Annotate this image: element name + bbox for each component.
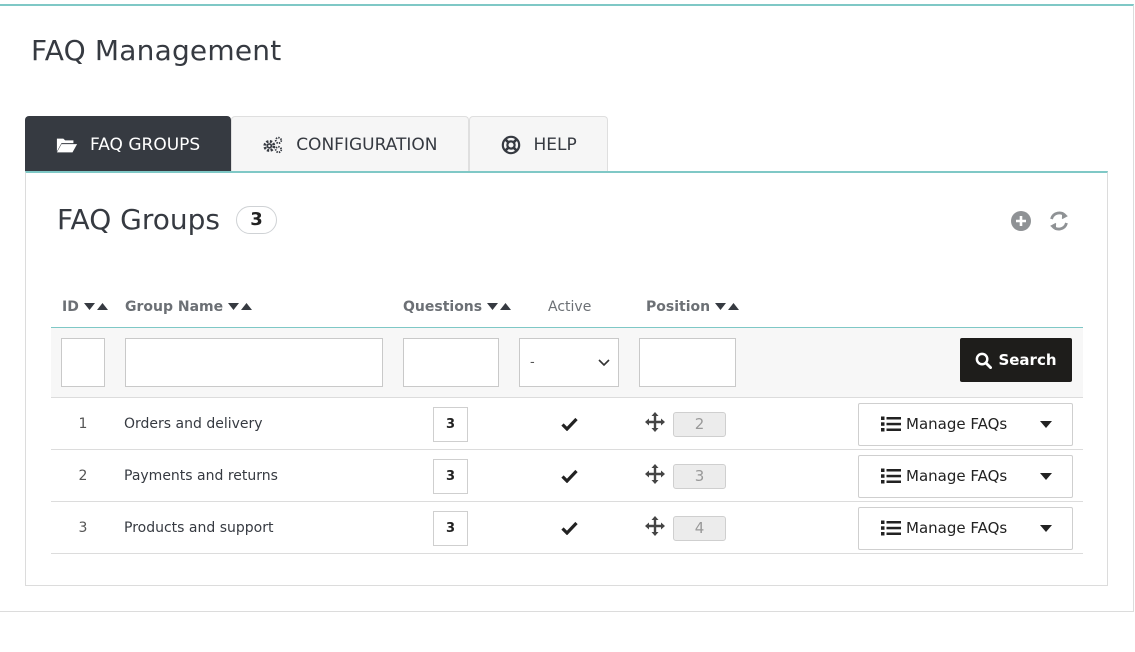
chevron-down-icon [598,358,610,366]
panel-heading: FAQ Groups 3 [57,203,277,236]
check-icon[interactable] [560,417,578,431]
row-actions-cell: Manage FAQs [858,502,1073,554]
header-id: ID [62,299,108,315]
caret-down-icon[interactable] [1040,420,1052,429]
sort-asc-icon[interactable] [96,303,108,311]
sort-controls [83,303,108,311]
caret-down-icon[interactable] [1040,472,1052,481]
sort-asc-icon[interactable] [500,303,512,311]
row-position-value: 4 [673,515,726,541]
list-icon [881,416,901,432]
row-questions-count: 3 [433,510,468,546]
header-position: Position [646,299,740,315]
drag-handle-icon[interactable] [645,464,665,488]
header-questions-label: Questions [403,299,483,315]
questions-filter-input[interactable] [403,338,499,387]
search-button-label: Search [998,351,1057,369]
row-questions-cell: 3 [433,450,468,502]
row-actions-cell: Manage FAQs [858,450,1073,502]
row-position-cell: 3 [645,450,726,502]
tab-label: FAQ GROUPS [90,134,201,155]
header-group-name: Group Name [125,299,253,315]
count-badge: 3 [235,205,277,234]
row-position-value: 3 [673,463,726,489]
row-active-cell [519,398,619,450]
sort-desc-icon[interactable] [715,303,727,311]
id-filter-input[interactable] [61,338,105,387]
position-filter-input[interactable] [639,338,736,387]
row-actions-cell: Manage FAQs [858,398,1073,450]
manage-faqs-label: Manage FAQs [906,467,1008,485]
tab-label: CONFIGURATION [296,134,438,155]
row-questions-count: 3 [433,458,468,494]
table-row: 1 Orders and delivery 3 2 Manage FAQs [51,398,1083,450]
sort-controls [228,303,253,311]
row-questions-cell: 3 [433,398,468,450]
header-questions: Questions [403,299,512,315]
faq-groups-panel: FAQ Groups 3 ID Group Name Questions Act… [25,171,1108,586]
drag-handle-icon[interactable] [645,412,665,436]
sort-desc-icon[interactable] [228,303,240,311]
tab-configuration[interactable]: CONFIGURATION [231,116,469,172]
row-active-cell [519,502,619,554]
row-position-cell: 2 [645,398,726,450]
manage-faqs-button[interactable]: Manage FAQs [858,454,1073,498]
row-group-name: Products and support [124,520,274,536]
sort-asc-icon[interactable] [728,303,740,311]
search-button[interactable]: Search [960,338,1072,382]
row-position-value: 2 [673,411,726,437]
header-id-label: ID [62,299,79,315]
header-group-name-label: Group Name [125,299,224,315]
cogs-icon [262,135,284,155]
row-group-name: Payments and returns [124,468,278,484]
tab-label: HELP [533,134,577,155]
refresh-icon[interactable] [1047,209,1071,233]
row-position-cell: 4 [645,502,726,554]
check-icon[interactable] [560,469,578,483]
panel-toolbar [1009,209,1071,233]
folder-open-icon [56,135,78,155]
table-row: 2 Payments and returns 3 3 Manage FAQs [51,450,1083,502]
sort-controls [487,303,512,311]
manage-faqs-button[interactable]: Manage FAQs [858,506,1073,550]
tab-help[interactable]: HELP [468,116,608,172]
header-active-label: Active [548,299,592,315]
table-header: ID Group Name Questions Active Position [51,295,1083,328]
row-questions-cell: 3 [433,502,468,554]
sort-desc-icon[interactable] [83,303,95,311]
drag-handle-icon[interactable] [645,516,665,540]
row-questions-count: 3 [433,406,468,442]
row-group-name: Orders and delivery [124,416,263,432]
list-icon [881,520,901,536]
page-title: FAQ Management [31,34,282,67]
check-icon[interactable] [560,521,578,535]
row-id: 3 [78,520,88,536]
row-id: 1 [78,416,88,432]
manage-faqs-label: Manage FAQs [906,519,1008,537]
life-ring-icon [500,135,522,155]
sort-desc-icon[interactable] [487,303,499,311]
header-position-label: Position [646,299,711,315]
header-active: Active [548,299,591,315]
tab-faq-groups[interactable]: FAQ GROUPS [25,116,232,172]
list-icon [881,468,901,484]
tab-bar: FAQ GROUPS CONFIGURATION HELP [25,116,608,172]
table-row: 3 Products and support 3 4 Manage FAQs [51,502,1083,554]
faq-groups-table: ID Group Name Questions Active Position … [51,295,1083,554]
sort-asc-icon[interactable] [241,303,253,311]
manage-faqs-button[interactable]: Manage FAQs [858,402,1073,446]
group-name-filter-input[interactable] [125,338,383,387]
active-filter-select[interactable]: - [519,338,619,387]
active-filter-value: - [530,355,535,370]
row-active-cell [519,450,619,502]
search-icon [976,352,993,369]
filter-row: - Search [51,328,1083,398]
caret-down-icon[interactable] [1040,524,1052,533]
panel-title: FAQ Groups [57,203,220,236]
manage-faqs-label: Manage FAQs [906,415,1008,433]
sort-controls [715,303,740,311]
add-icon[interactable] [1009,209,1033,233]
row-id: 2 [78,468,88,484]
